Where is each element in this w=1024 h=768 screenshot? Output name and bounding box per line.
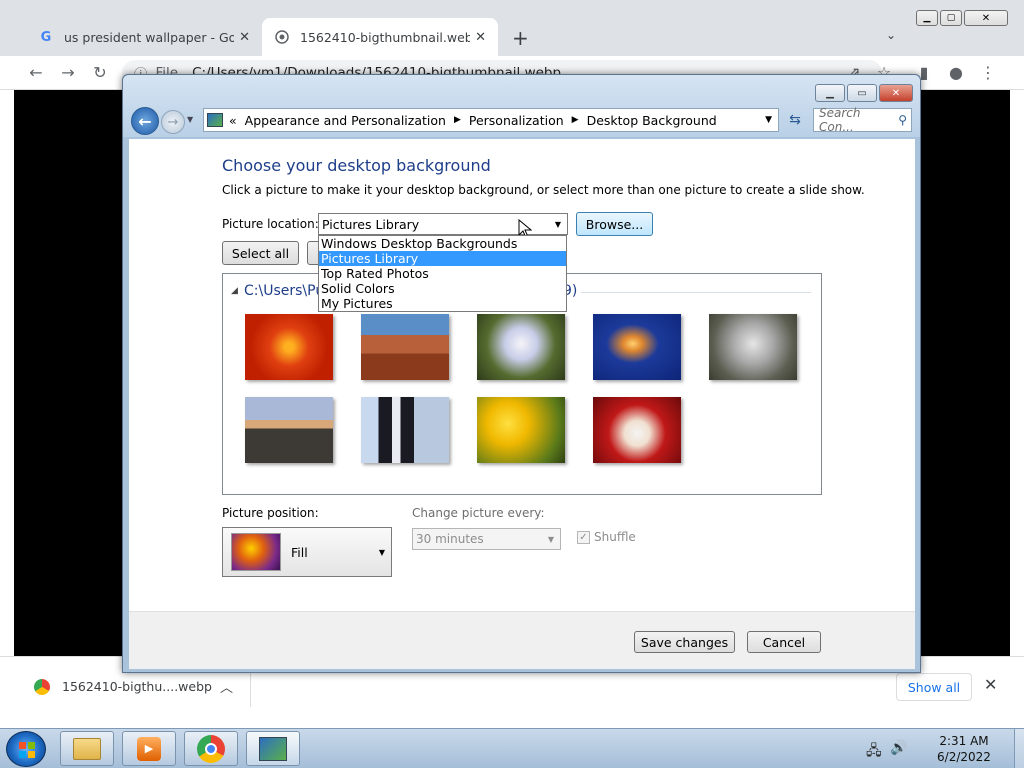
chrome-icon	[197, 734, 225, 763]
show-all-button[interactable]: Show all	[896, 673, 972, 701]
search-placeholder: Search Con...	[819, 106, 861, 134]
desktop-background-window: ▁ ▭ ✕ ← → ▼ « Appearance and Personaliza…	[122, 74, 921, 673]
address-dropdown-icon[interactable]: ▼	[765, 115, 772, 125]
control-panel-icon	[259, 736, 287, 761]
maximize-icon[interactable]: ▢	[940, 10, 962, 26]
clock-time: 2:31 AM	[939, 734, 989, 748]
back-arrow-icon[interactable]: ←	[131, 107, 159, 135]
download-options-icon[interactable]: ︿	[220, 677, 233, 696]
window-content: Choose your desktop background Click a p…	[129, 139, 915, 669]
group-divider	[581, 292, 811, 293]
network-icon[interactable]: 🖧	[866, 740, 882, 764]
select-all-button[interactable]: Select all	[222, 241, 299, 265]
control-panel-icon	[207, 113, 223, 127]
location-option[interactable]: Top Rated Photos	[319, 266, 566, 281]
change-picture-label: Change picture every:	[412, 506, 545, 520]
picture-thumbnail[interactable]	[709, 314, 797, 380]
close-tab-icon[interactable]: ✕	[475, 30, 486, 45]
save-changes-button[interactable]: Save changes	[634, 631, 735, 653]
minimize-icon[interactable]: ▁	[916, 10, 938, 26]
browse-button[interactable]: Browse...	[576, 212, 653, 236]
picture-position-label: Picture position:	[222, 506, 319, 520]
folder-icon	[73, 737, 101, 760]
menu-icon[interactable]: ⋮	[976, 60, 1000, 84]
google-icon: G	[40, 29, 52, 45]
collapse-group-icon[interactable]: ◢	[231, 286, 238, 296]
media-player-taskbar-button[interactable]: ▶	[122, 731, 176, 766]
picture-position-select[interactable]: Fill ▼	[222, 527, 392, 577]
breadcrumb-personalization[interactable]: Personalization	[469, 113, 564, 128]
picture-thumbnail[interactable]	[593, 397, 681, 463]
picture-thumbnail[interactable]	[593, 314, 681, 380]
picture-location-dropdown: Windows Desktop Backgrounds Pictures Lib…	[318, 235, 567, 312]
shuffle-label: Shuffle	[594, 530, 636, 544]
chrome-taskbar-button[interactable]	[184, 731, 238, 766]
clock-date: 6/2/2022	[937, 750, 991, 764]
clock[interactable]: 2:31 AM 6/2/2022	[918, 733, 1010, 765]
breadcrumb-appearance[interactable]: Appearance and Personalization	[245, 113, 446, 128]
forward-arrow-icon[interactable]: →	[161, 110, 185, 134]
group-header[interactable]: C:\Users\Pu	[244, 283, 324, 299]
picture-position-value: Fill	[291, 544, 308, 560]
location-option[interactable]: My Pictures	[319, 296, 566, 311]
close-icon[interactable]: ✕	[879, 84, 913, 102]
search-control-panel-input[interactable]: Search Con... ⚲	[813, 106, 912, 134]
position-preview-icon	[231, 533, 281, 571]
picture-location-label: Picture location:	[222, 217, 319, 231]
reload-icon[interactable]: ↻	[88, 60, 112, 84]
maximize-icon[interactable]: ▭	[847, 84, 877, 102]
picture-thumbnail[interactable]	[361, 397, 449, 463]
breadcrumb-desktop-background[interactable]: Desktop Background	[587, 113, 717, 128]
new-tab-icon[interactable]: +	[512, 26, 529, 50]
globe-icon	[274, 29, 290, 45]
picture-thumbnail[interactable]	[245, 397, 333, 463]
chevron-down-icon[interactable]: ▼	[379, 548, 385, 557]
picture-thumbnail[interactable]	[245, 314, 333, 380]
breadcrumb-separator-icon[interactable]: ▶	[572, 115, 579, 125]
divider	[250, 669, 251, 707]
back-icon[interactable]: ←	[24, 60, 48, 84]
breadcrumb-overflow[interactable]: «	[229, 113, 237, 128]
chevron-down-icon[interactable]: ▼	[548, 535, 554, 544]
location-option[interactable]: Windows Desktop Backgrounds	[319, 236, 566, 251]
picture-thumbnail[interactable]	[477, 397, 565, 463]
change-picture-value: 30 minutes	[416, 532, 484, 546]
tab-search-icon[interactable]: ⌄	[886, 28, 896, 42]
profile-icon[interactable]: ●	[944, 60, 968, 84]
control-panel-taskbar-button[interactable]	[246, 731, 300, 766]
close-icon[interactable]: ✕	[964, 10, 1008, 26]
picture-thumbnail[interactable]	[361, 314, 449, 380]
explorer-taskbar-button[interactable]	[60, 731, 114, 766]
chrome-file-icon	[34, 679, 50, 695]
download-filename[interactable]: 1562410-bigthu....webp	[62, 679, 212, 694]
close-tab-icon[interactable]: ✕	[239, 30, 250, 45]
show-desktop-button[interactable]	[1014, 729, 1024, 768]
refresh-icon[interactable]: ⇆	[783, 110, 807, 130]
chevron-down-icon[interactable]: ▼	[555, 220, 561, 229]
change-picture-select[interactable]: 30 minutes ▼	[412, 528, 561, 550]
tab-title: us president wallpaper - Google	[64, 29, 234, 45]
browser-window-controls: ▁ ▢ ✕	[916, 10, 1012, 28]
shuffle-checkbox[interactable]: ✓	[577, 531, 590, 544]
media-player-icon: ▶	[137, 736, 161, 761]
tab-image[interactable]: 1562410-bigthumbnail.webp (45 ✕	[262, 18, 498, 56]
address-breadcrumb[interactable]: « Appearance and Personalization ▶ Perso…	[203, 108, 779, 132]
tab-title: 1562410-bigthumbnail.webp (45	[300, 29, 470, 45]
history-dropdown-icon[interactable]: ▼	[187, 115, 193, 124]
tab-google-search[interactable]: G us president wallpaper - Google ✕	[26, 18, 262, 56]
close-download-bar-icon[interactable]: ✕	[984, 675, 997, 694]
search-icon[interactable]: ⚲	[898, 113, 907, 127]
picture-location-value: Pictures Library	[322, 216, 420, 232]
location-option-selected[interactable]: Pictures Library	[319, 251, 566, 266]
location-option[interactable]: Solid Colors	[319, 281, 566, 296]
volume-icon[interactable]: 🔊	[890, 740, 907, 756]
minimize-icon[interactable]: ▁	[815, 84, 845, 102]
start-button[interactable]	[6, 731, 46, 767]
page-heading: Choose your desktop background	[222, 156, 491, 175]
forward-icon[interactable]: →	[56, 60, 80, 84]
picture-thumbnail[interactable]	[477, 314, 565, 380]
page-subtitle: Click a picture to make it your desktop …	[222, 183, 865, 197]
cancel-button[interactable]: Cancel	[747, 631, 821, 653]
breadcrumb-separator-icon[interactable]: ▶	[454, 115, 461, 125]
